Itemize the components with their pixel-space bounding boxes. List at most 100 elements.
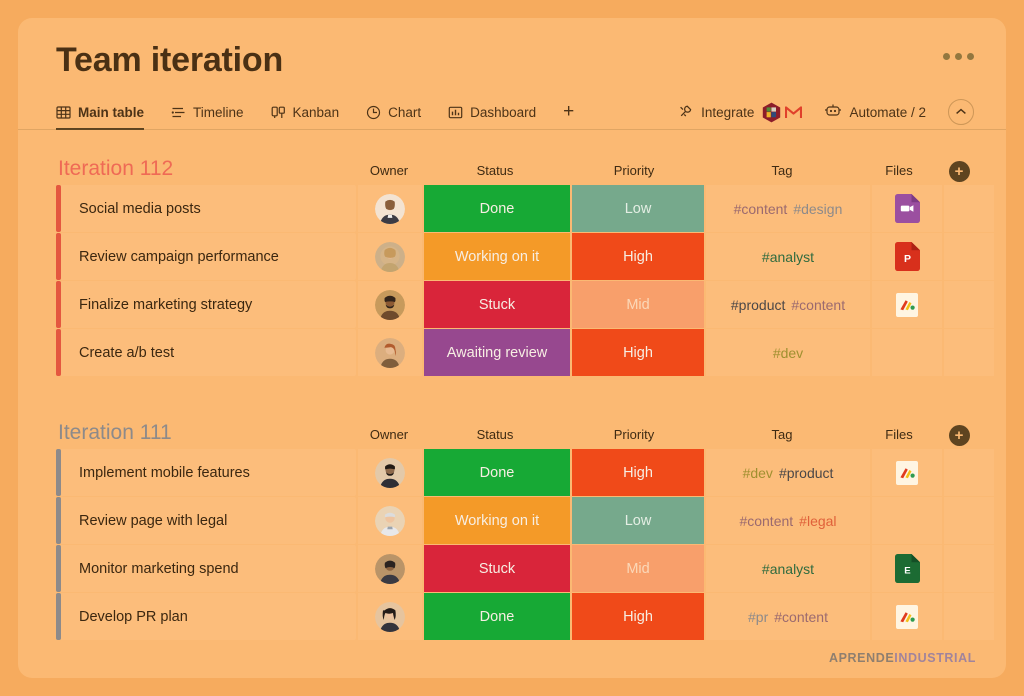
column-header-owner[interactable]: Owner bbox=[356, 424, 422, 446]
status-cell[interactable]: Done bbox=[424, 593, 570, 640]
status-cell[interactable]: Done bbox=[424, 185, 570, 232]
status-cell[interactable]: Done bbox=[424, 449, 570, 496]
table-row[interactable]: Create a/b test Awaiting review High #de… bbox=[56, 329, 994, 376]
files-cell[interactable] bbox=[872, 497, 942, 544]
owner-cell[interactable] bbox=[358, 233, 422, 280]
priority-cell[interactable]: High bbox=[572, 593, 704, 640]
column-header-tag[interactable]: Tag bbox=[700, 160, 864, 182]
avatar[interactable] bbox=[375, 193, 405, 224]
image-thumb-icon[interactable] bbox=[896, 604, 918, 629]
row-name[interactable]: Create a/b test bbox=[61, 329, 356, 376]
hexagon-badge-icon[interactable] bbox=[762, 102, 781, 123]
owner-cell[interactable] bbox=[358, 329, 422, 376]
priority-cell[interactable]: Mid bbox=[572, 281, 704, 328]
row-name[interactable]: Develop PR plan bbox=[61, 593, 356, 640]
column-header-status[interactable]: Status bbox=[422, 160, 568, 182]
row-name[interactable]: Review page with legal bbox=[61, 497, 356, 544]
column-header-files[interactable]: Files bbox=[864, 160, 934, 182]
table-row[interactable]: Finalize marketing strategy Stuck Mid #p… bbox=[56, 281, 994, 328]
collapse-header-button[interactable] bbox=[948, 99, 974, 125]
image-thumb-icon[interactable] bbox=[896, 460, 918, 485]
tag-cell[interactable]: #content #design bbox=[706, 185, 870, 232]
row-name[interactable]: Social media posts bbox=[61, 185, 356, 232]
files-cell[interactable] bbox=[872, 593, 942, 640]
owner-cell[interactable] bbox=[358, 281, 422, 328]
column-header-files[interactable]: Files bbox=[864, 424, 934, 446]
row-name[interactable]: Review campaign performance bbox=[61, 233, 356, 280]
tag-cell[interactable]: #analyst bbox=[706, 545, 870, 592]
image-thumb-icon[interactable] bbox=[896, 292, 918, 317]
add-column-button[interactable]: + bbox=[948, 425, 970, 446]
owner-cell[interactable] bbox=[358, 593, 422, 640]
owner-cell[interactable] bbox=[358, 497, 422, 544]
column-header-owner[interactable]: Owner bbox=[356, 160, 422, 182]
table-row[interactable]: Review page with legal Working on it Low… bbox=[56, 497, 994, 544]
tag-cell[interactable]: #content #legal bbox=[706, 497, 870, 544]
table-row[interactable]: Monitor marketing spend Stuck Mid #analy… bbox=[56, 545, 994, 592]
dot-icon bbox=[955, 53, 962, 60]
table-row[interactable]: Social media posts Done Low #content #de… bbox=[56, 185, 994, 232]
files-cell[interactable] bbox=[872, 329, 942, 376]
priority-cell[interactable]: Low bbox=[572, 497, 704, 544]
tag-cell[interactable]: #analyst bbox=[706, 233, 870, 280]
tab-kanban[interactable]: Kanban bbox=[271, 94, 339, 130]
avatar[interactable] bbox=[375, 553, 405, 584]
status-cell[interactable]: Stuck bbox=[424, 281, 570, 328]
avatar[interactable] bbox=[375, 505, 405, 536]
files-cell[interactable]: P bbox=[872, 233, 942, 280]
column-header-status[interactable]: Status bbox=[422, 424, 568, 446]
integrate-button[interactable]: Integrate bbox=[678, 103, 754, 122]
files-cell[interactable] bbox=[872, 185, 942, 232]
group-header: Iteration 111 Owner Status Priority Tag … bbox=[56, 412, 974, 446]
add-view-button[interactable]: + bbox=[563, 102, 574, 123]
row-name[interactable]: Monitor marketing spend bbox=[61, 545, 356, 592]
priority-cell[interactable]: High bbox=[572, 329, 704, 376]
priority-cell[interactable]: Low bbox=[572, 185, 704, 232]
files-cell[interactable] bbox=[872, 449, 942, 496]
priority-cell[interactable]: Mid bbox=[572, 545, 704, 592]
automate-button[interactable]: Automate / 2 bbox=[824, 103, 926, 121]
tag-cell[interactable]: #product #content bbox=[706, 281, 870, 328]
avatar[interactable] bbox=[375, 241, 405, 272]
gmail-icon[interactable] bbox=[785, 105, 803, 119]
group-title[interactable]: Iteration 111 bbox=[56, 420, 356, 446]
avatar[interactable] bbox=[375, 337, 405, 368]
powerpoint-file-icon[interactable]: P bbox=[894, 242, 920, 271]
status-cell[interactable]: Awaiting review bbox=[424, 329, 570, 376]
files-cell[interactable] bbox=[872, 281, 942, 328]
table-row[interactable]: Implement mobile features Done High #dev… bbox=[56, 449, 994, 496]
tag-cell[interactable]: #dev #product bbox=[706, 449, 870, 496]
avatar[interactable] bbox=[375, 457, 405, 488]
column-header-priority[interactable]: Priority bbox=[568, 160, 700, 182]
tab-main-table[interactable]: Main table bbox=[56, 94, 145, 130]
excel-file-icon[interactable]: E bbox=[894, 554, 920, 583]
priority-cell[interactable]: High bbox=[572, 449, 704, 496]
owner-cell[interactable] bbox=[358, 449, 422, 496]
status-cell[interactable]: Working on it bbox=[424, 233, 570, 280]
avatar[interactable] bbox=[375, 601, 405, 632]
tab-dashboard[interactable]: Dashboard bbox=[448, 94, 536, 130]
row-name[interactable]: Finalize marketing strategy bbox=[61, 281, 356, 328]
more-options-button[interactable] bbox=[943, 53, 974, 60]
row-name[interactable]: Implement mobile features bbox=[61, 449, 356, 496]
group-title[interactable]: Iteration 112 bbox=[56, 156, 356, 182]
tag-cell[interactable]: #pr #content bbox=[706, 593, 870, 640]
tab-chart[interactable]: Chart bbox=[366, 94, 421, 130]
files-cell[interactable]: E bbox=[872, 545, 942, 592]
video-file-icon[interactable] bbox=[894, 194, 920, 223]
tag-cell[interactable]: #dev bbox=[706, 329, 870, 376]
table-row[interactable]: Review campaign performance Working on i… bbox=[56, 233, 994, 280]
column-header-priority[interactable]: Priority bbox=[568, 424, 700, 446]
integration-badges[interactable] bbox=[762, 102, 803, 123]
priority-cell[interactable]: High bbox=[572, 233, 704, 280]
status-cell[interactable]: Stuck bbox=[424, 545, 570, 592]
table-row[interactable]: Develop PR plan Done High #pr #content bbox=[56, 593, 994, 640]
column-header-tag[interactable]: Tag bbox=[700, 424, 864, 446]
avatar[interactable] bbox=[375, 289, 405, 320]
owner-cell[interactable] bbox=[358, 545, 422, 592]
owner-cell[interactable] bbox=[358, 185, 422, 232]
tab-timeline[interactable]: Timeline bbox=[171, 94, 244, 130]
add-column-button[interactable]: + bbox=[948, 161, 970, 182]
status-cell[interactable]: Working on it bbox=[424, 497, 570, 544]
tag-chip: #product bbox=[778, 464, 834, 481]
